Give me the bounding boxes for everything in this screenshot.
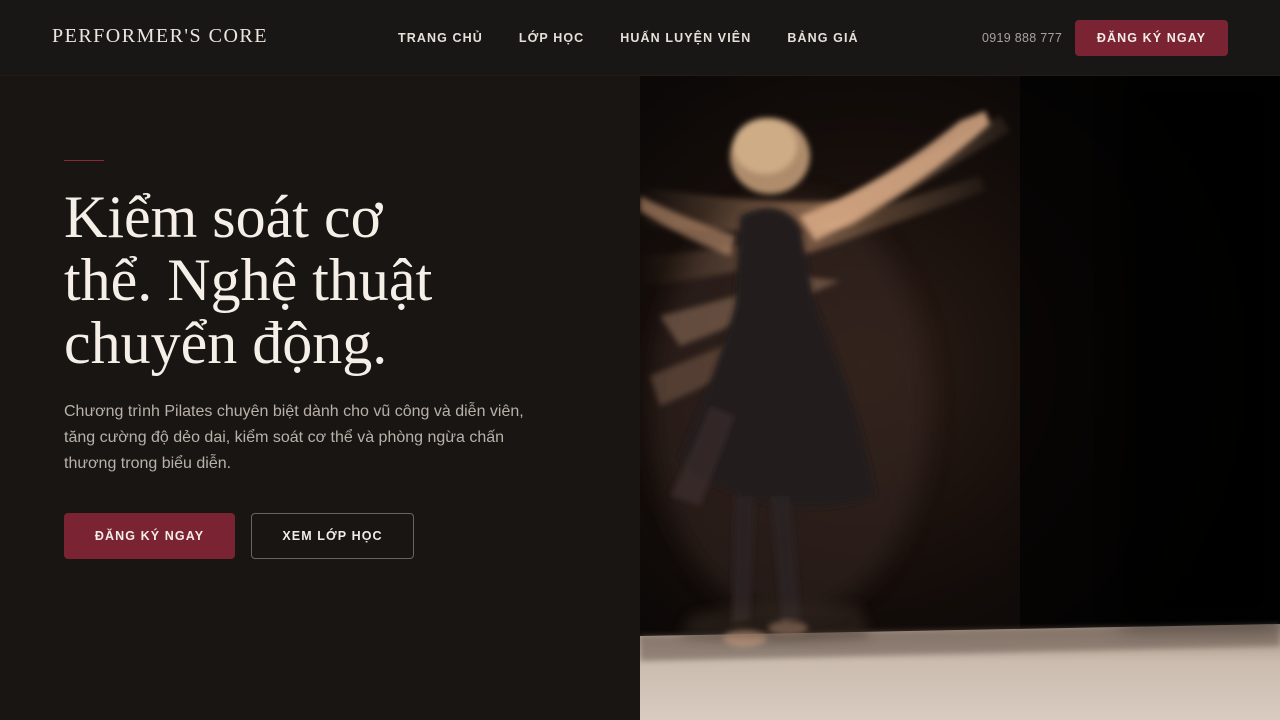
- hero-register-button[interactable]: ĐĂNG KÝ NGAY: [64, 513, 235, 559]
- nav-link-classes[interactable]: LỚP HỌC: [519, 30, 584, 46]
- phone-number[interactable]: 0919 888 777: [982, 30, 1062, 46]
- nav-register-button[interactable]: ĐĂNG KÝ NGAY: [1075, 20, 1228, 56]
- hero-title: Kiểm soát cơ thể. Nghệ thuật chuyển động…: [64, 186, 584, 375]
- hero-description: Chương trình Pilates chuyên biệt dành ch…: [64, 403, 524, 472]
- hero-dancer-image: [640, 76, 1280, 720]
- hero-title-line-3: chuyển động.: [64, 310, 388, 376]
- nav-link-pricing[interactable]: BẢNG GIÁ: [787, 30, 858, 46]
- hero-title-line-1: Kiểm soát cơ: [64, 184, 383, 250]
- view-classes-button[interactable]: XEM LỚP HỌC: [251, 513, 414, 559]
- dancer-illustration: [640, 76, 1280, 720]
- nav-link-trainers[interactable]: HUẤN LUYỆN VIÊN: [620, 30, 751, 46]
- hero-content: Kiểm soát cơ thể. Nghệ thuật chuyển động…: [0, 76, 640, 720]
- accent-divider: [64, 160, 104, 161]
- main-nav: TRANG CHỦ LỚP HỌC HUẤN LUYỆN VIÊN BẢNG G…: [398, 30, 859, 46]
- hero-title-line-2: thể. Nghệ thuật: [64, 247, 433, 313]
- nav-link-home[interactable]: TRANG CHỦ: [398, 30, 483, 46]
- brand-logo[interactable]: PERFORMER'S CORE: [52, 25, 268, 48]
- top-navbar: PERFORMER'S CORE TRANG CHỦ LỚP HỌC HUẤN …: [0, 0, 1280, 76]
